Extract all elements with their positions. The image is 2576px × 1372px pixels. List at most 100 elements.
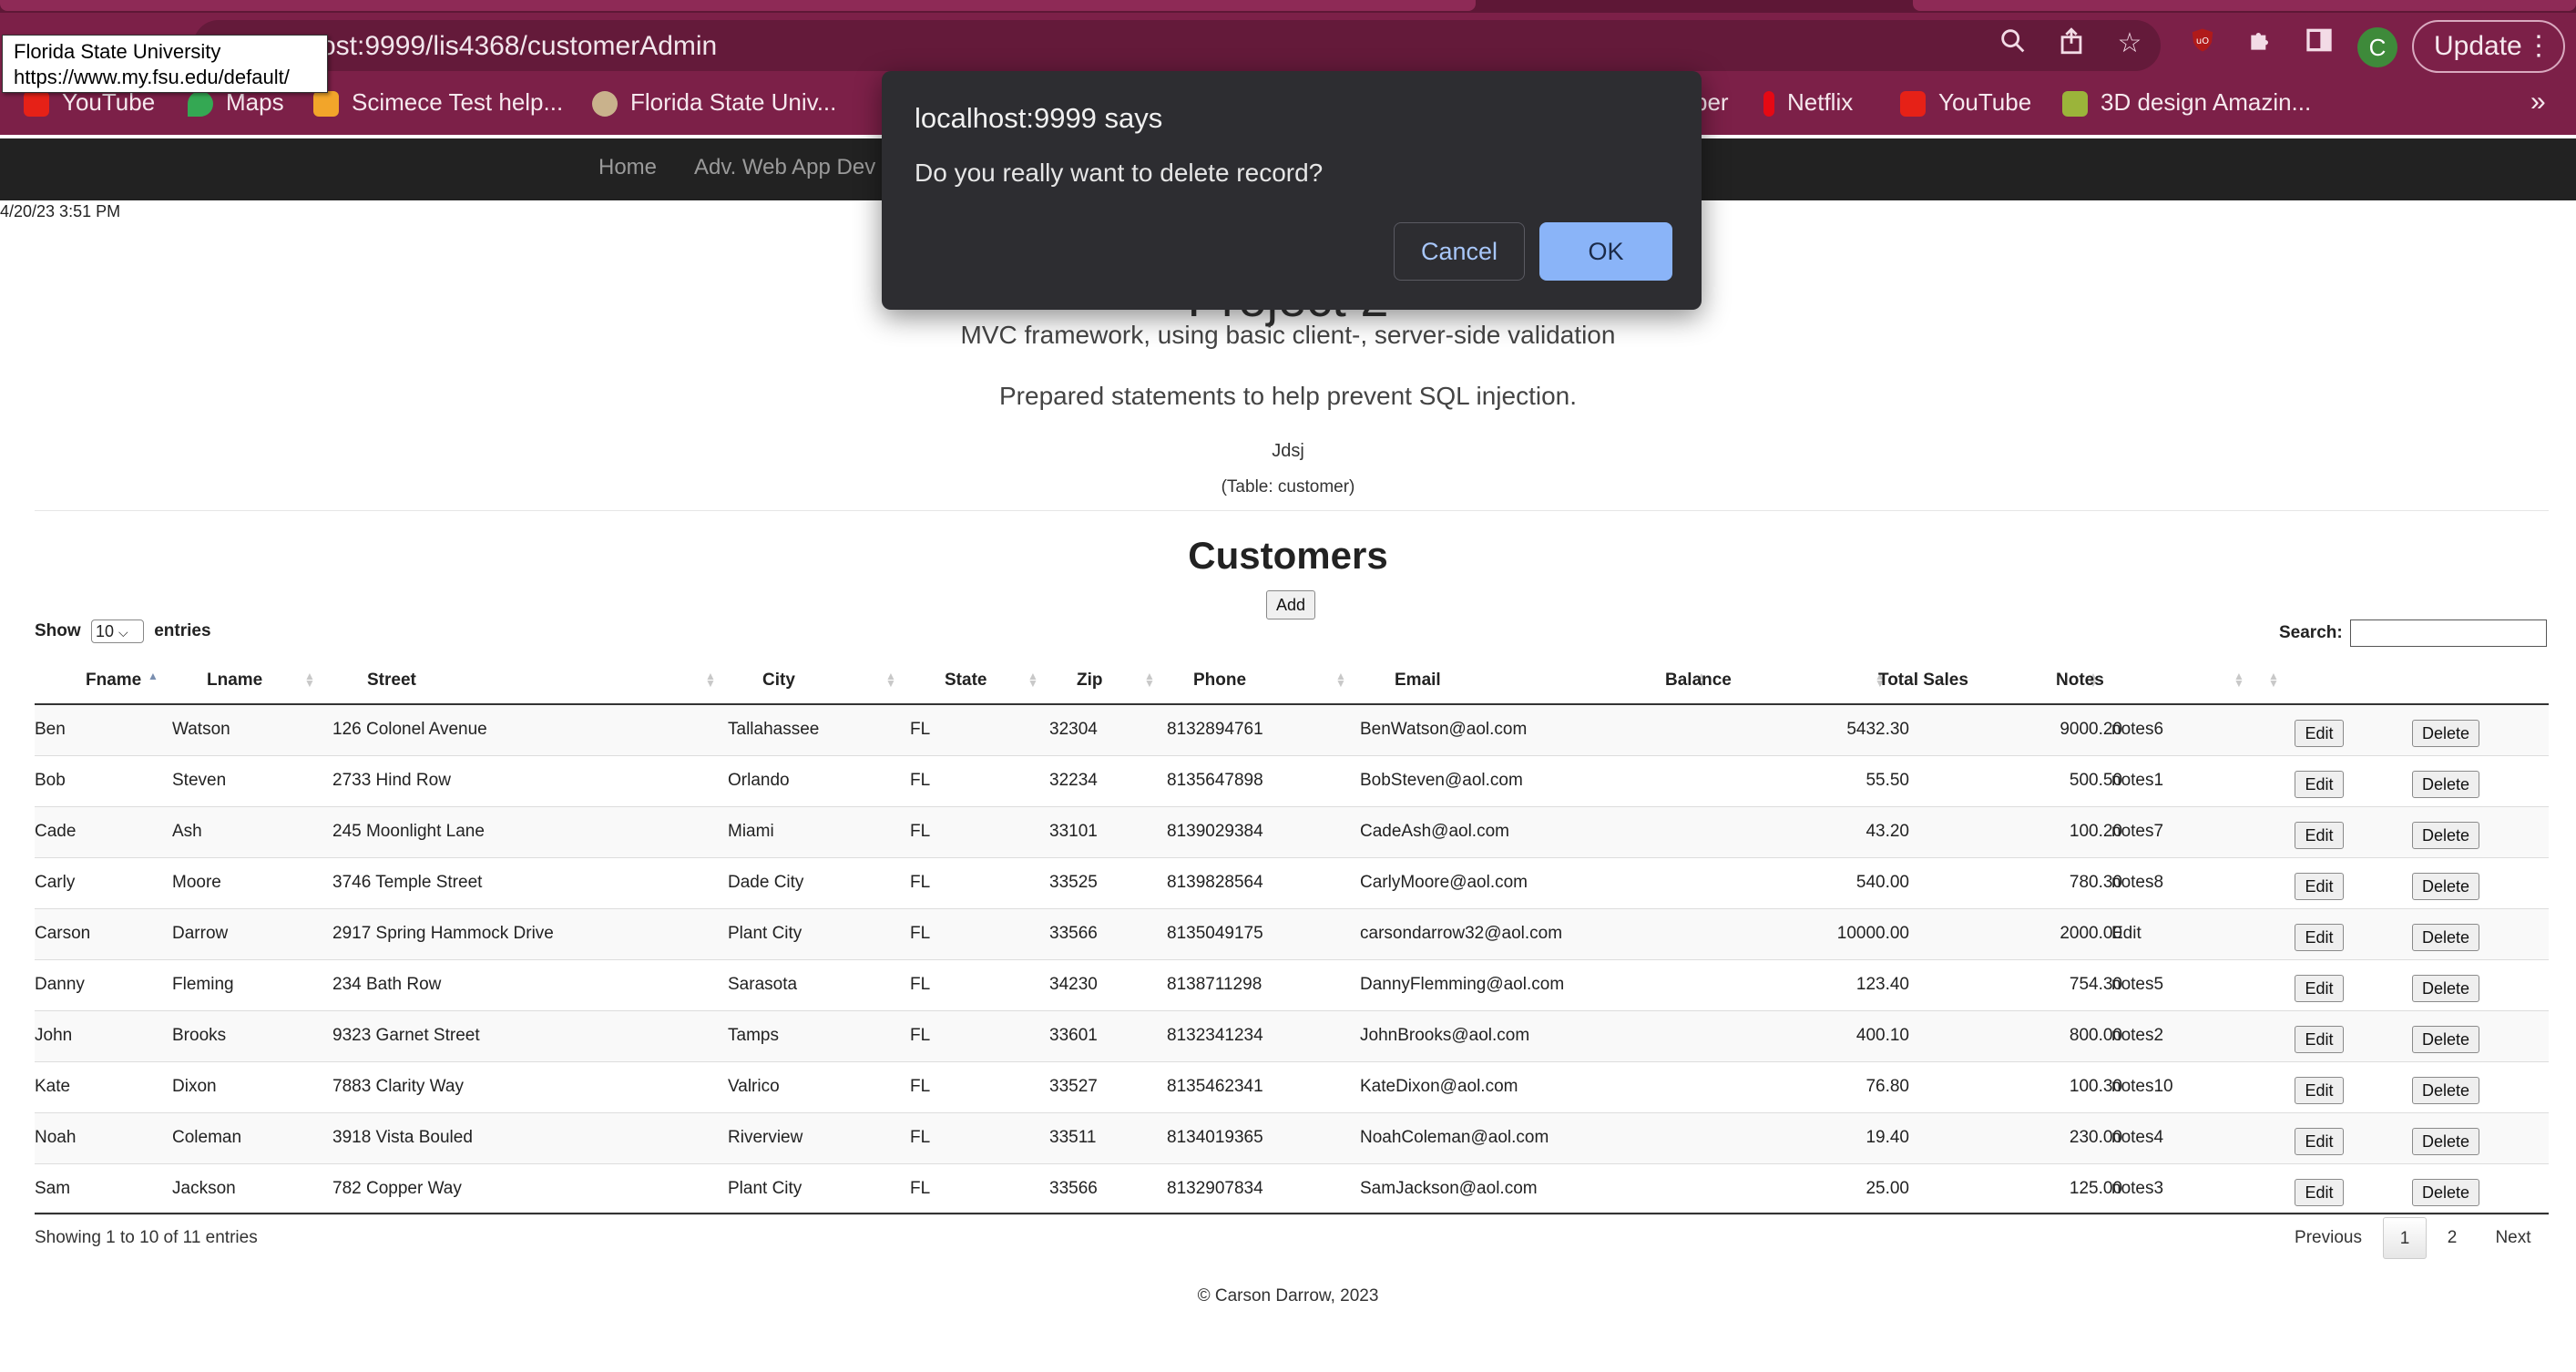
table-row: Sam Jackson 782 Copper Way Plant City FL 3356…: [35, 1164, 2549, 1215]
header-col-balance[interactable]: Balance: [1665, 671, 1732, 691]
cell-col-lname: Darrow: [172, 924, 229, 943]
cell-col-street: 2917 Spring Hammock Drive: [332, 924, 554, 943]
sort-icon[interactable]: ▲ ▼: [2268, 671, 2279, 689]
table-info: Showing 1 to 10 of 11 entries: [35, 1228, 258, 1247]
delete-button[interactable]: Delete: [2412, 1077, 2479, 1104]
search-input[interactable]: [2350, 619, 2547, 647]
dialog-title: localhost:9999 says: [915, 102, 1163, 134]
header-col-state[interactable]: State: [945, 671, 986, 691]
extensions-icon[interactable]: [2243, 26, 2279, 62]
sort-icon[interactable]: ▲ ▼: [885, 671, 896, 689]
delete-button[interactable]: Delete: [2412, 1179, 2479, 1206]
header-col-phone[interactable]: Phone: [1193, 671, 1246, 691]
cell-col-state: FL: [910, 1128, 931, 1147]
youtube-icon: [24, 91, 49, 118]
profile-avatar[interactable]: C: [2357, 27, 2397, 67]
header-col-notes[interactable]: Notes: [2056, 671, 2104, 691]
cell-col-notes: notes4: [2111, 1128, 2164, 1147]
edit-button[interactable]: Edit: [2295, 1077, 2344, 1104]
cell-col-balance: 19.40: [1866, 1128, 1909, 1147]
header-col-fname[interactable]: Fname: [86, 671, 141, 691]
cell-col-lname: Jackson: [172, 1179, 236, 1198]
share-icon[interactable]: [2053, 26, 2090, 62]
cell-col-city: Tamps: [728, 1026, 779, 1045]
bookmark-netflix[interactable]: Netflix: [1763, 84, 1853, 120]
pagination-previous[interactable]: Previous: [2285, 1217, 2372, 1259]
sort-icon[interactable]: ▲ ▼: [304, 671, 315, 689]
bookmark-3d-design[interactable]: 3D design Amazin...: [2062, 84, 2311, 120]
star-icon[interactable]: ☆: [2111, 26, 2148, 62]
delete-button[interactable]: Delete: [2412, 720, 2479, 747]
pagination-next[interactable]: Next: [2481, 1217, 2545, 1259]
dialog-message: Do you really want to delete record?: [915, 159, 1324, 187]
search-label: Search:: [2279, 623, 2343, 642]
edit-button[interactable]: Edit: [2295, 873, 2344, 900]
delete-button[interactable]: Delete: [2412, 1128, 2479, 1155]
entries-label: entries: [154, 621, 211, 641]
more-icon[interactable]: ⋮: [2525, 22, 2552, 71]
edit-button[interactable]: Edit: [2295, 1128, 2344, 1155]
sidepanel-icon[interactable]: [2301, 26, 2337, 62]
header-col-city[interactable]: City: [762, 671, 795, 691]
delete-button[interactable]: Delete: [2412, 924, 2479, 951]
tab-inactive[interactable]: [1913, 0, 2576, 11]
edit-button[interactable]: Edit: [2295, 924, 2344, 951]
bookmark-fsu[interactable]: Florida State Univ...: [592, 84, 836, 120]
tab-active[interactable]: [0, 0, 1476, 11]
entries-select[interactable]: 10 ⌵: [90, 619, 144, 643]
pagination-page-2[interactable]: 2: [2434, 1217, 2470, 1259]
header-col-lname[interactable]: Lname: [207, 671, 262, 691]
bookmark-youtube-2[interactable]: YouTube: [1900, 84, 2031, 120]
cell-col-zip: 33101: [1049, 822, 1098, 841]
update-button[interactable]: Update ⋮: [2412, 20, 2565, 73]
sort-icon[interactable]: ▲ ▼: [1027, 671, 1038, 689]
cell-col-lname: Moore: [172, 873, 221, 892]
delete-button[interactable]: Delete: [2412, 1026, 2479, 1053]
delete-button[interactable]: Delete: [2412, 771, 2479, 798]
zoom-icon[interactable]: [1995, 26, 2031, 62]
header-col-email[interactable]: Email: [1395, 671, 1441, 691]
nav-home[interactable]: Home: [598, 155, 657, 180]
fsu-icon: [592, 91, 618, 118]
bookmark-label: YouTube: [1938, 88, 2032, 116]
cell-col-phone: 8132894761: [1167, 720, 1263, 739]
nav-adv-web-app-dev[interactable]: Adv. Web App Dev: [694, 155, 875, 180]
edit-button[interactable]: Edit: [2295, 1179, 2344, 1206]
cell-col-email: DannyFlemming@aol.com: [1360, 975, 1565, 994]
cell-col-balance: 76.80: [1866, 1077, 1909, 1096]
dialog-ok-button[interactable]: OK: [1539, 222, 1672, 281]
cell-col-city: Riverview: [728, 1128, 803, 1147]
bookmarks-overflow[interactable]: »: [2530, 84, 2546, 120]
bookmark-label: Netflix: [1787, 88, 1854, 116]
sort-icon[interactable]: ▲ ▼: [2234, 671, 2244, 689]
sort-icon[interactable]: ▲ ▼: [1335, 671, 1346, 689]
delete-button[interactable]: Delete: [2412, 975, 2479, 1002]
delete-button[interactable]: Delete: [2412, 822, 2479, 849]
cell-col-city: Tallahassee: [728, 720, 820, 739]
address-bar[interactable]: ost:9999/lis4368/customerAdmin: [193, 20, 2161, 71]
sort-icon[interactable]: ▲ ▼: [705, 671, 716, 689]
sort-asc-icon[interactable]: ▲: [148, 671, 158, 687]
edit-button[interactable]: Edit: [2295, 975, 2344, 1002]
cell-col-lname: Fleming: [172, 975, 234, 994]
edit-button[interactable]: Edit: [2295, 822, 2344, 849]
add-button[interactable]: Add: [1266, 590, 1315, 619]
header-col-total-sales[interactable]: Total Sales: [1878, 671, 1968, 691]
edit-button[interactable]: Edit: [2295, 771, 2344, 798]
edit-button[interactable]: Edit: [2295, 1026, 2344, 1053]
ublock-icon[interactable]: uO: [2184, 26, 2221, 62]
edit-button[interactable]: Edit: [2295, 720, 2344, 747]
cell-col-balance: 5432.30: [1846, 720, 1909, 739]
tooltip-url: https://www.my.fsu.edu/default/: [14, 66, 290, 88]
header-col-street[interactable]: Street: [367, 671, 416, 691]
cell-col-street: 3918 Vista Bouled: [332, 1128, 473, 1147]
cell-col-lname: Ash: [172, 822, 202, 841]
entries-length-control: Show 10 ⌵ entries: [35, 619, 211, 643]
delete-button[interactable]: Delete: [2412, 873, 2479, 900]
sort-icon[interactable]: ▲ ▼: [1144, 671, 1155, 689]
bookmark-science[interactable]: Scimece Test help...: [313, 84, 563, 120]
header-col-zip[interactable]: Zip: [1077, 671, 1103, 691]
address-text[interactable]: ost:9999/lis4368/customerAdmin: [321, 31, 717, 62]
pagination-page-1[interactable]: 1: [2383, 1217, 2427, 1259]
dialog-cancel-button[interactable]: Cancel: [1394, 222, 1525, 281]
